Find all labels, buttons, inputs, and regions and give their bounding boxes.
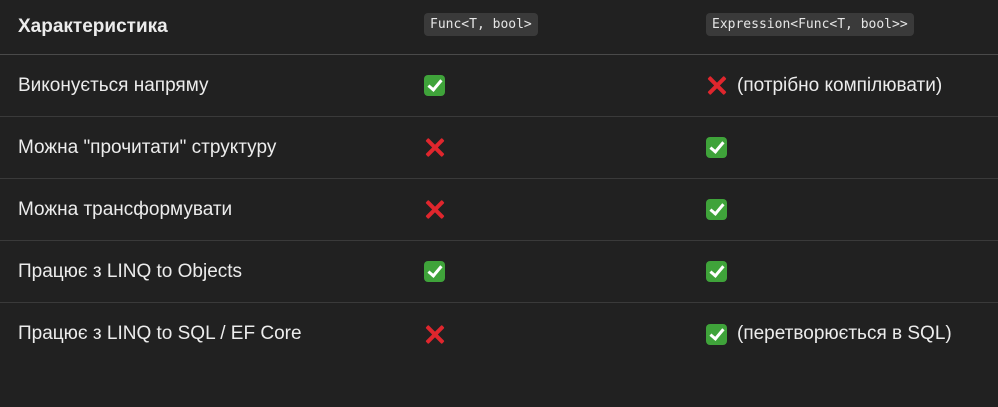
row-label: Працює з LINQ to SQL / EF Core [18,323,302,344]
check-icon [706,261,727,282]
header-func-code: Func<T, bool> [424,12,538,36]
header-expression: Expression<Func<T, bool>> [706,0,914,54]
expression-cell: (потрібно компілювати) [706,55,942,116]
cell-note: (перетворюється в SQL) [737,323,952,344]
row-label: Можна трансформувати [18,198,233,220]
func-cell [424,241,445,302]
comparison-table: Характеристика Func<T, bool> Expression<… [0,0,998,365]
table-header-row: Характеристика Func<T, bool> Expression<… [0,0,998,55]
func-cell [424,303,445,365]
table-row: Працює з LINQ to SQL / EF Core (перетвор… [0,303,998,365]
cross-icon [424,324,445,345]
row-label: Виконується напряму [18,74,209,96]
header-characteristic: Характеристика [18,16,168,37]
func-cell [424,55,445,116]
expression-cell: (перетворюється в SQL) [706,303,952,365]
table-row: Працює з LINQ to Objects [0,241,998,303]
check-icon [706,323,727,345]
header-func: Func<T, bool> [424,0,538,54]
cross-icon [424,137,445,158]
cell-note: (потрібно компілювати) [737,74,943,96]
cross-icon [424,199,445,220]
check-icon [424,261,445,282]
table-row: Виконується напряму (потрібно компілюват… [0,55,998,117]
check-icon [706,137,727,158]
func-cell [424,117,445,178]
table-row: Можна трансформувати [0,179,998,241]
expression-cell [706,117,727,178]
cross-icon [706,75,727,96]
row-label: Працює з LINQ to Objects [18,260,243,282]
check-icon [706,199,727,220]
expression-cell [706,179,727,240]
row-label: Можна "прочитати" структуру [18,136,277,158]
func-cell [424,179,445,240]
expression-cell [706,241,727,302]
check-icon [424,75,445,96]
header-expression-code: Expression<Func<T, bool>> [706,12,914,36]
table-row: Можна "прочитати" структуру [0,117,998,179]
